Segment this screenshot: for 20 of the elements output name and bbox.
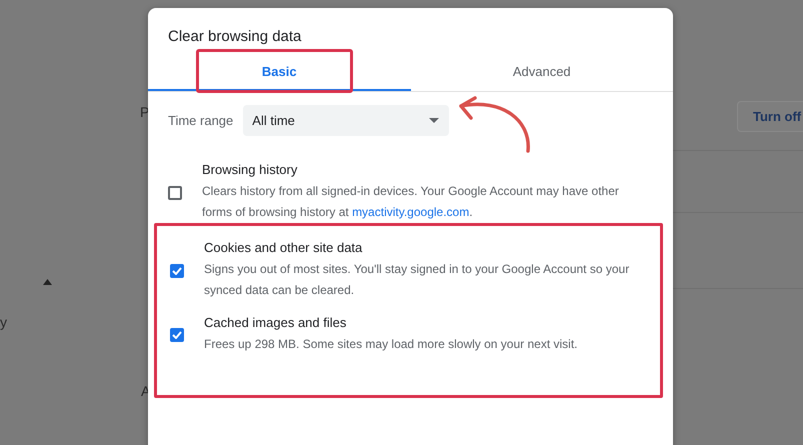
dialog-title: Clear browsing data (167, 27, 302, 47)
checkbox[interactable] (170, 328, 184, 342)
checkbox[interactable] (170, 264, 184, 278)
time-range-dropdown[interactable]: All time (243, 105, 450, 136)
caret-icon (43, 279, 52, 285)
background-text: y (0, 314, 7, 330)
checkbox[interactable] (168, 186, 182, 200)
tab[interactable]: Basic (148, 53, 410, 91)
option-description: Clears history from all signed-in devices. Your Google Account may have other forms of browsing history at myactivity.google.com. (202, 183, 620, 221)
dropdown-caret-icon (429, 118, 440, 123)
background-text: P (140, 104, 150, 120)
field-label: Time range (168, 113, 234, 128)
tab[interactable]: Advanced (410, 53, 673, 91)
activity-link[interactable]: myactivity.google.com (352, 205, 470, 219)
option-title: Cookies and other site data (204, 240, 364, 255)
option-description: Signs you out of most sites. You'll stay signed in to your Google Account so your synced data can be cleared. (204, 261, 630, 299)
option-description: Frees up 298 MB. Some sites may load more slowly on your next visit. (204, 336, 578, 353)
option-title: Cached images and files (204, 315, 348, 330)
turn-off-button[interactable]: Turn off (737, 101, 803, 132)
option-title: Browsing history (202, 162, 298, 177)
